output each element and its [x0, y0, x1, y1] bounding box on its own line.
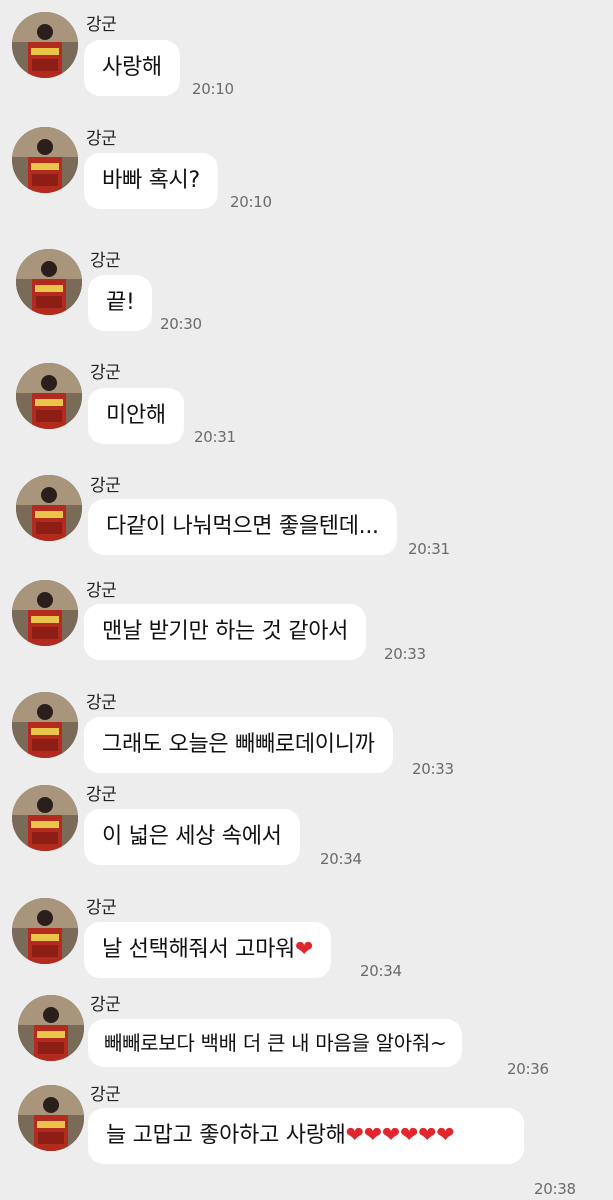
message-bubble[interactable]: 이 넓은 세상 속에서 — [84, 809, 300, 865]
sender-name: 강군 — [90, 1085, 121, 1105]
heart-icon: ❤ — [400, 1123, 419, 1148]
message-time: 20:33 — [384, 645, 426, 663]
heart-icon: ❤ — [345, 1123, 364, 1148]
sender-avatar[interactable] — [16, 249, 82, 315]
message-bubble[interactable]: 그래도 오늘은 빼빼로데이니까 — [84, 717, 393, 773]
sender-avatar[interactable] — [16, 475, 82, 541]
sender-avatar[interactable] — [12, 785, 78, 851]
heart-icon: ❤ — [363, 1123, 382, 1148]
heart-icon: ❤ — [418, 1123, 437, 1148]
message-bubble[interactable]: 미안해 — [88, 388, 184, 444]
sender-avatar[interactable] — [18, 1085, 84, 1151]
sender-name: 강군 — [86, 129, 117, 149]
sender-name: 강군 — [90, 476, 121, 496]
message-bubble[interactable]: 늘 고맙고 좋아하고 사랑해❤❤❤❤❤❤ — [88, 1108, 524, 1164]
message-time: 20:36 — [507, 1060, 549, 1078]
heart-icon: ❤ — [436, 1123, 455, 1148]
sender-name: 강군 — [86, 785, 117, 805]
message-bubble[interactable]: 날 선택해줘서 고마워❤ — [84, 922, 332, 978]
sender-name: 강군 — [90, 995, 121, 1015]
message-bubble[interactable]: 바빠 혹시? — [84, 153, 218, 209]
message-time: 20:10 — [230, 193, 272, 211]
message-time: 20:38 — [534, 1180, 576, 1198]
sender-avatar[interactable] — [12, 12, 78, 78]
heart-icon: ❤ — [294, 937, 314, 962]
message-bubble[interactable]: 다같이 나눠먹으면 좋을텐데... — [88, 499, 397, 555]
message-bubble[interactable]: 끝! — [88, 275, 153, 331]
message-time: 20:31 — [194, 428, 236, 446]
message-bubble[interactable]: 빼빼로보다 백배 더 큰 내 마음을 알아줘~ — [88, 1019, 463, 1067]
heart-icon: ❤ — [381, 1123, 401, 1148]
sender-avatar[interactable] — [12, 692, 78, 758]
message-time: 20:30 — [160, 315, 202, 333]
message-time: 20:33 — [412, 760, 454, 778]
sender-name: 강군 — [86, 693, 117, 713]
sender-name: 강군 — [86, 581, 117, 601]
sender-avatar[interactable] — [18, 995, 84, 1061]
sender-name: 강군 — [86, 15, 117, 35]
sender-name: 강군 — [86, 898, 117, 918]
sender-avatar[interactable] — [12, 898, 78, 964]
message-time: 20:34 — [360, 962, 402, 980]
sender-avatar[interactable] — [16, 363, 82, 429]
message-time: 20:31 — [408, 540, 450, 558]
message-time: 20:34 — [320, 850, 362, 868]
message-bubble[interactable]: 사랑해 — [84, 40, 180, 96]
sender-avatar[interactable] — [12, 580, 78, 646]
message-bubble[interactable]: 맨날 받기만 하는 것 같아서 — [84, 604, 367, 660]
message-time: 20:10 — [192, 80, 234, 98]
sender-name: 강군 — [90, 251, 121, 271]
sender-name: 강군 — [90, 363, 121, 383]
sender-avatar[interactable] — [12, 127, 78, 193]
